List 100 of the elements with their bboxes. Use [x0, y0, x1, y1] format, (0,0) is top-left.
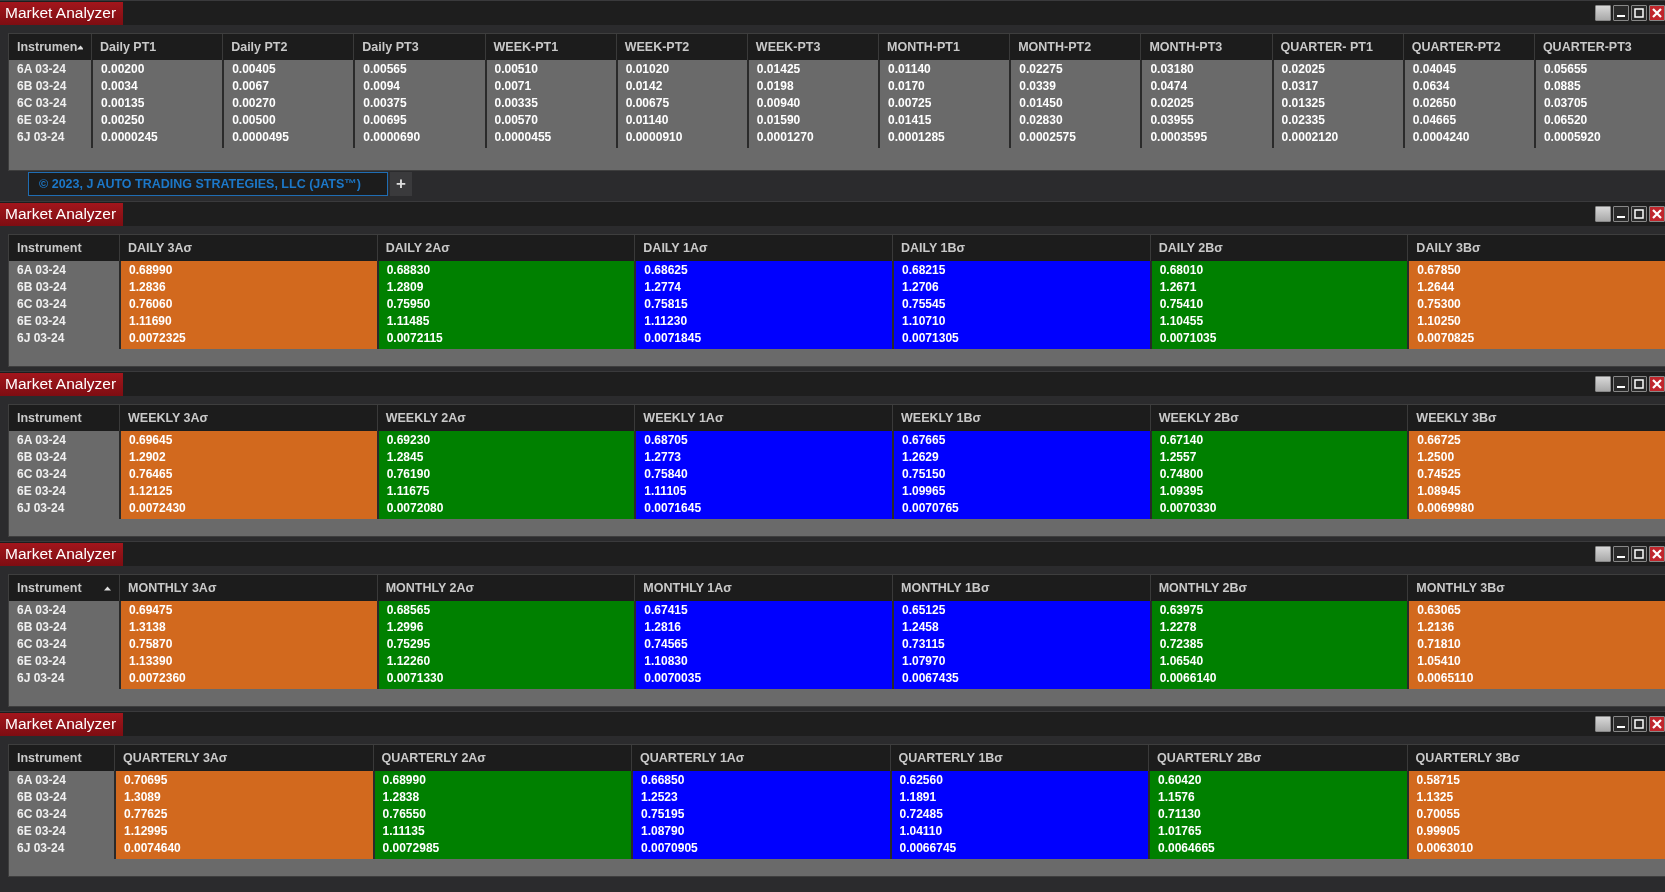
add-tab-button[interactable]: + [390, 172, 412, 196]
column-header[interactable]: DAILY 3Aσ [128, 241, 193, 255]
cell-value: 0.74565 [643, 636, 689, 653]
close-icon [1650, 6, 1664, 20]
minimize-button[interactable] [1613, 546, 1629, 562]
column-header[interactable]: WEEKLY 3Bσ [1416, 411, 1497, 425]
cell-value: 0.0071330 [385, 670, 445, 687]
instrument-name: 6C 03-24 [16, 466, 68, 483]
column-header[interactable]: DAILY 2Aσ [385, 241, 450, 255]
cell-value: 0.73115 [901, 636, 946, 653]
cell-value: 0.0072325 [128, 330, 187, 347]
column-header[interactable]: WEEKLY 1Aσ [643, 411, 724, 425]
maximize-button[interactable] [1631, 376, 1647, 392]
maximize-button[interactable] [1631, 716, 1647, 732]
cell-value: 0.0066140 [1158, 670, 1218, 687]
column-header[interactable]: MONTHLY 2Aσ [385, 581, 475, 595]
maximize-icon [1632, 547, 1646, 561]
column-header[interactable]: WEEKLY 2Bσ [1158, 411, 1239, 425]
cell-value: 0.05655 [1542, 61, 1589, 78]
cell-value: 0.0071845 [643, 330, 703, 347]
close-button[interactable] [1649, 5, 1665, 21]
column-header[interactable]: WEEKLY 1Bσ [901, 411, 982, 425]
cell-value: 0.00725 [887, 95, 933, 112]
window-title: Market Analyzer [0, 1, 124, 25]
cell-value: 1.2557 [1158, 449, 1198, 466]
cell-value: 1.07970 [901, 653, 947, 670]
close-button[interactable] [1649, 206, 1665, 222]
cell-value: 0.0000495 [231, 129, 290, 146]
cell-value: 0.00940 [755, 95, 802, 112]
maximize-button[interactable] [1631, 546, 1647, 562]
cell-value: 0.67665 [901, 432, 947, 449]
cell-value: 0.0317 [1280, 78, 1320, 95]
cell-value: 0.0034 [100, 78, 139, 95]
cell-value: 0.0474 [1149, 78, 1189, 95]
maximize-icon [1632, 377, 1646, 391]
cell-value: 0.71130 [1157, 806, 1202, 823]
cell-value: 0.0072360 [128, 670, 187, 687]
close-button[interactable] [1649, 376, 1665, 392]
column-header[interactable]: MONTHLY 3Bσ [1416, 581, 1505, 595]
cell-value: 1.11135 [381, 823, 426, 840]
minimize-button[interactable] [1613, 206, 1629, 222]
cell-value: 1.2816 [643, 619, 683, 636]
maximize-button[interactable] [1631, 5, 1647, 21]
column-header[interactable]: DAILY 2Bσ [1158, 241, 1223, 255]
instrument-name: 6A 03-24 [16, 262, 67, 279]
close-button[interactable] [1649, 546, 1665, 562]
instrument-name: 6C 03-24 [16, 296, 68, 313]
cell-value: 0.60420 [1157, 772, 1203, 789]
column-header[interactable]: WEEKLY 2Aσ [385, 411, 466, 425]
cell-value: 0.77625 [123, 806, 169, 823]
cell-value: 0.75295 [385, 636, 432, 653]
cell-value: 0.0005920 [1542, 129, 1602, 146]
cell-value: 1.2644 [1416, 279, 1456, 296]
cell-value: 1.1891 [898, 789, 938, 806]
column-header[interactable]: MONTHLY 1Bσ [901, 581, 990, 595]
sort-arrow-icon[interactable] [104, 585, 111, 591]
close-icon [1650, 717, 1664, 731]
minimize-button[interactable] [1613, 376, 1629, 392]
close-button[interactable] [1649, 716, 1665, 732]
maximize-icon [1632, 6, 1646, 20]
column-header[interactable]: DAILY 1Bσ [901, 241, 966, 255]
cell-value: 0.75815 [643, 296, 689, 313]
column-header[interactable]: DAILY 3Bσ [1416, 241, 1481, 255]
cell-value: 0.69475 [128, 602, 174, 619]
minimize-button[interactable] [1613, 716, 1629, 732]
column-header[interactable]: MONTHLY 2Bσ [1158, 581, 1248, 595]
minimize-button[interactable] [1613, 5, 1629, 21]
cell-value: 1.09395 [1158, 483, 1205, 500]
cell-value: 1.10710 [901, 313, 947, 330]
column-header[interactable]: MONTHLY 3Aσ [128, 581, 217, 595]
cell-value: 0.01140 [624, 112, 670, 129]
maximize-icon [1632, 207, 1646, 221]
cell-value: 0.03180 [1149, 61, 1195, 78]
cell-value: 0.99905 [1415, 823, 1461, 840]
cell-value: 0.00270 [231, 95, 277, 112]
cell-value: 0.69645 [128, 432, 174, 449]
cell-value: 1.11230 [643, 313, 689, 330]
cell-value: 0.68565 [385, 602, 432, 619]
minimize-icon [1617, 726, 1625, 728]
cell-value: 0.68625 [643, 262, 689, 279]
maximize-button[interactable] [1631, 206, 1647, 222]
instrument-name: 6B 03-24 [16, 619, 68, 636]
cell-value: 0.70055 [1415, 806, 1461, 823]
cell-value: 1.2136 [1416, 619, 1456, 636]
workspace-tab[interactable]: © 2023, J AUTO TRADING STRATEGIES, LLC (JATS™) [28, 172, 388, 196]
cell-value: 1.10830 [643, 653, 689, 670]
cell-value: 0.70695 [123, 772, 169, 789]
cell-value: 0.00695 [362, 112, 408, 129]
cell-value: 0.00675 [624, 95, 671, 112]
cell-value: 0.00135 [100, 95, 146, 112]
sort-arrow-icon[interactable] [77, 44, 83, 50]
column-header[interactable]: WEEKLY 3Aσ [128, 411, 209, 425]
cell-value: 0.0002575 [1018, 129, 1077, 146]
column-header[interactable]: MONTHLY 1Aσ [643, 581, 732, 595]
instrument-name: 6E 03-24 [16, 483, 67, 500]
cell-value: 1.11485 [385, 313, 431, 330]
cell-value: 0.0000910 [624, 129, 684, 146]
cell-value: 0.74800 [1158, 466, 1205, 483]
cell-value: 0.0000245 [100, 129, 159, 146]
column-header[interactable]: DAILY 1Aσ [643, 241, 708, 255]
